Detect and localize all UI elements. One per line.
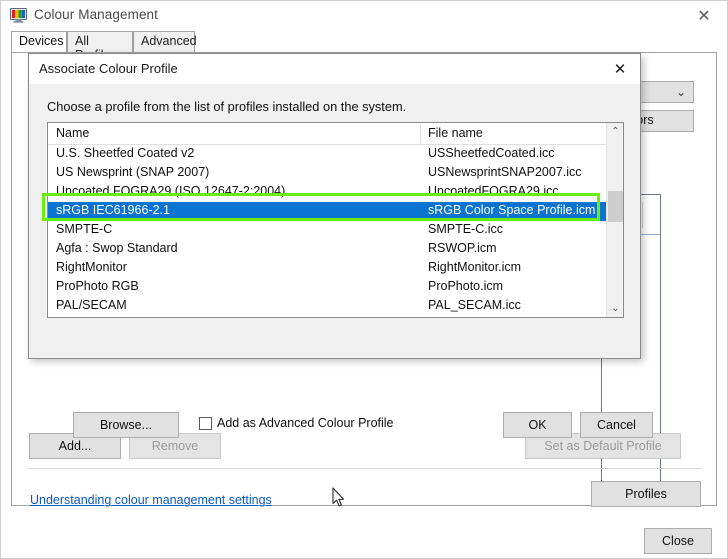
chevron-down-icon: ⌄: [675, 85, 686, 99]
dialog-body: Choose a profile from the list of profil…: [29, 84, 653, 438]
profile-file-name: USSheetfedCoated.icc: [428, 146, 555, 160]
profile-file-name: USNewsprintSNAP2007.icc: [428, 165, 582, 179]
profile-name: SMPTE-C: [56, 222, 113, 236]
column-divider: [642, 202, 643, 228]
scroll-up-icon[interactable]: ⌃: [607, 123, 623, 140]
profile-name: Agfa : Swop Standard: [56, 241, 178, 255]
table-row[interactable]: RightMonitor RightMonitor.icm: [48, 259, 623, 278]
profile-file-name: RSWOP.icm: [428, 241, 497, 255]
table-row[interactable]: Agfa : Swop Standard RSWOP.icm: [48, 240, 623, 259]
profile-file-name: ProPhoto.icm: [428, 279, 504, 293]
column-header-file-name[interactable]: File name: [428, 126, 483, 140]
profile-name: U.S. Sheetfed Coated v2: [56, 146, 195, 160]
associate-colour-profile-dialog: Associate Colour Profile ✕ Choose a prof…: [28, 53, 653, 438]
scrollbar-thumb[interactable]: [608, 191, 623, 222]
understanding-colour-management-link[interactable]: Understanding colour management settings: [30, 493, 272, 507]
add-as-advanced-colour-profile-checkbox[interactable]: Add as Advanced Colour Profile: [199, 416, 394, 430]
profile-file-name: sRGB Color Space Profile.icm: [428, 203, 596, 217]
table-row[interactable]: Uncoated FOGRA29 (ISO 12647-2:2004) Uncoa…: [48, 183, 623, 202]
checkbox-box[interactable]: [199, 416, 212, 430]
list-rows: U.S. Sheetfed Coated v2 USSheetfedCoated.…: [48, 145, 623, 317]
profile-name: ProPhoto RGB: [56, 279, 139, 293]
dialog-prompt-text: Choose a profile from the list of profil…: [47, 99, 407, 114]
tab-strip: Devices All Profiles Advanced: [11, 31, 717, 62]
table-row[interactable]: U.S. Sheetfed Coated v2 USSheetfedCoated.…: [48, 145, 623, 164]
monitor-colour-icon: [10, 8, 27, 23]
profile-name: sRGB IEC61966-2.1: [56, 203, 170, 217]
profile-name: Uncoated FOGRA29 (ISO 12647-2:2004): [56, 184, 286, 198]
window-title: Colour Management: [34, 7, 159, 22]
profile-file-name: PAL_SECAM.icc: [428, 298, 521, 312]
tab-devices[interactable]: Devices: [11, 31, 67, 53]
profile-file-name: RightMonitor.icm: [428, 260, 522, 274]
column-header-name[interactable]: Name: [56, 126, 89, 140]
table-row[interactable]: US Newsprint (SNAP 2007) USNewsprintSNAP2…: [48, 164, 623, 183]
profile-list[interactable]: Name File name U.S. Sheetfed Coated v2 US…: [47, 122, 624, 318]
dialog-titlebar: Associate Colour Profile ✕: [29, 54, 640, 84]
table-row[interactable]: PAL/SECAM PAL_SECAM.icc: [48, 297, 623, 316]
close-button[interactable]: Close: [644, 528, 712, 554]
list-header: Name File name: [48, 123, 623, 145]
cancel-button[interactable]: Cancel: [580, 412, 653, 438]
dialog-close-button[interactable]: ✕: [600, 54, 640, 84]
ok-button[interactable]: OK: [503, 412, 572, 438]
profile-name: PAL/SECAM: [56, 298, 127, 312]
list-scrollbar[interactable]: ⌃ ⌄: [606, 123, 623, 317]
table-row[interactable]: SMPTE-C SMPTE-C.icc: [48, 221, 623, 240]
dialog-title: Associate Colour Profile: [39, 61, 178, 76]
divider: [28, 468, 702, 469]
column-header-divider: [420, 125, 421, 143]
profile-file-name: UncoatedFOGRA29.icc: [428, 184, 559, 198]
window-close-button[interactable]: ✕: [681, 1, 727, 31]
profile-file-name: SMPTE-C.icc: [428, 222, 503, 236]
scroll-down-icon[interactable]: ⌄: [607, 300, 623, 317]
table-row[interactable]: sRGB IEC61966-2.1 sRGB Color Space Profil…: [48, 202, 623, 221]
profiles-button[interactable]: Profiles: [591, 481, 701, 507]
checkbox-label: Add as Advanced Colour Profile: [217, 416, 394, 430]
profile-name: RightMonitor: [56, 260, 127, 274]
tab-all-profiles[interactable]: All Profiles: [67, 31, 133, 62]
colour-management-window: Colour Management ✕ Devices All Profiles…: [0, 0, 728, 559]
tab-advanced[interactable]: Advanced: [133, 31, 197, 53]
table-row[interactable]: ProPhoto RGB ProPhoto.icm: [48, 278, 623, 297]
browse-button[interactable]: Browse...: [73, 412, 179, 438]
main-titlebar: Colour Management ✕: [1, 1, 727, 31]
profile-name: US Newsprint (SNAP 2007): [56, 165, 210, 179]
